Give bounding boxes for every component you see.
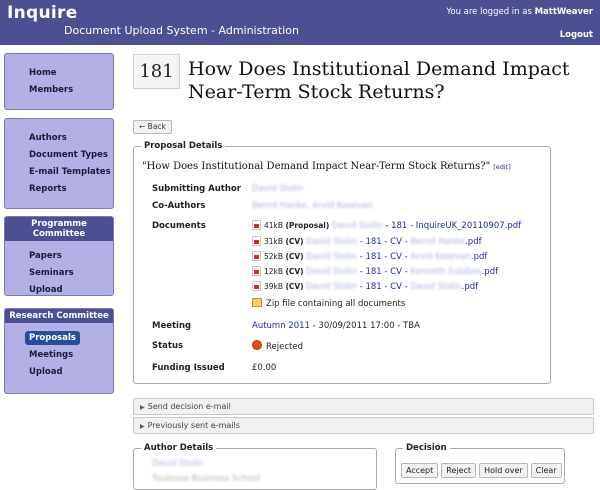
proposal-quoted-title: "How Does Institutional Demand Impact Ne… bbox=[142, 161, 511, 172]
author-details-legend: Author Details bbox=[141, 443, 217, 453]
status-label: Status bbox=[152, 341, 184, 351]
document-row[interactable]: 39kB (CV) David Stolin - 181 - CV - Davi… bbox=[252, 281, 478, 292]
document-row[interactable]: 52kB (CV) David Stolin - 181 - CV - Arvi… bbox=[252, 251, 487, 262]
status-rejected-icon bbox=[252, 340, 262, 350]
research-committee-title: Research Committee bbox=[5, 309, 113, 323]
documents-label: Documents bbox=[152, 221, 206, 231]
funding-value: £0.00 bbox=[252, 363, 277, 373]
sidebar-item-home[interactable]: Home bbox=[29, 65, 113, 82]
chevron-right-icon: ▶ bbox=[140, 404, 145, 411]
document-row[interactable]: 41kB (Proposal) David Stolin - 181 - Inq… bbox=[252, 220, 521, 231]
decision-panel: Decision Accept Reject Hold over Clear bbox=[395, 443, 565, 484]
quoted-title-text: "How Does Institutional Demand Impact Ne… bbox=[142, 161, 491, 172]
app-title: Inquire bbox=[7, 3, 78, 23]
meeting-value: Autumn 2011 - 30/09/2011 17:00 - TBA bbox=[252, 321, 420, 331]
sidebar-item-proposals[interactable]: Proposals bbox=[25, 331, 80, 345]
username: MattWeaver bbox=[534, 7, 593, 17]
funding-label: Funding Issued bbox=[152, 363, 225, 373]
zip-icon bbox=[252, 298, 262, 307]
sidebar-item-document-types[interactable]: Document Types bbox=[29, 147, 113, 164]
chevron-right-icon: ▶ bbox=[140, 423, 145, 430]
sidebar-item-papers[interactable]: Papers bbox=[29, 248, 113, 265]
send-decision-email-label: Send decision e-mail bbox=[147, 402, 231, 411]
pdf-icon bbox=[252, 251, 261, 261]
previous-emails-label: Previously sent e-mails bbox=[147, 421, 240, 430]
app-subtitle: Document Upload System - Administration bbox=[64, 24, 299, 37]
meeting-label: Meeting bbox=[152, 321, 192, 331]
author-name[interactable]: David Stolin bbox=[152, 459, 203, 469]
author-affiliation: Toulouse Business School bbox=[152, 474, 261, 484]
sidebar-item-authors[interactable]: Authors bbox=[29, 130, 113, 147]
sidebar-item-members[interactable]: Members bbox=[29, 82, 113, 99]
hold-over-button[interactable]: Hold over bbox=[479, 463, 528, 478]
document-row[interactable]: 31kB (CV) David Stolin - 181 - CV - Bern… bbox=[252, 236, 482, 247]
proposal-id-badge: 181 bbox=[133, 54, 180, 89]
sidebar-item-programme-upload[interactable]: Upload bbox=[29, 282, 113, 299]
proposal-details-legend: Proposal Details bbox=[141, 141, 226, 151]
header-bar: Inquire Document Upload System - Adminis… bbox=[0, 0, 600, 45]
coauthors-label: Co-Authors bbox=[152, 201, 206, 211]
pdf-icon bbox=[252, 281, 261, 291]
send-decision-email-toggle[interactable]: ▶ Send decision e-mail bbox=[133, 398, 594, 415]
sidebar-main-nav: Home Members bbox=[4, 53, 114, 110]
previous-emails-toggle[interactable]: ▶ Previously sent e-mails bbox=[133, 417, 594, 434]
sidebar-admin-nav: Authors Document Types E-mail Templates … bbox=[4, 118, 114, 209]
pdf-icon bbox=[252, 266, 261, 276]
sidebar-programme-committee: Programme Committee Papers Seminars Uplo… bbox=[4, 216, 114, 296]
zip-download-link[interactable]: Zip file containing all documents bbox=[266, 299, 405, 309]
author-details-panel: Author Details David Stolin Toulouse Bus… bbox=[133, 443, 377, 490]
login-prefix: You are logged in as bbox=[446, 7, 532, 17]
pdf-icon bbox=[252, 236, 261, 246]
submitting-author-label: Submitting Author bbox=[152, 184, 241, 194]
sidebar-item-email-templates[interactable]: E-mail Templates bbox=[29, 164, 113, 181]
document-row[interactable]: 12kB (CV) David Stolin - 181 - CV - Kenn… bbox=[252, 266, 498, 277]
status-value: Rejected bbox=[252, 340, 303, 352]
sidebar-research-committee: Research Committee Proposals Meetings Up… bbox=[4, 308, 114, 394]
page-title: How Does Institutional Demand Impact Nea… bbox=[188, 58, 570, 103]
status-text: Rejected bbox=[266, 342, 303, 352]
sidebar-item-seminars[interactable]: Seminars bbox=[29, 265, 113, 282]
clear-button[interactable]: Clear bbox=[530, 463, 562, 478]
logout-link[interactable]: Logout bbox=[560, 30, 593, 40]
reject-button[interactable]: Reject bbox=[441, 463, 477, 478]
coauthors-value[interactable]: Bernd Hanke, Arvid Koxevan bbox=[252, 201, 373, 211]
meeting-details: - 30/09/2011 17:00 - TBA bbox=[309, 321, 420, 331]
sidebar-item-research-upload[interactable]: Upload bbox=[29, 364, 113, 381]
zip-download-row[interactable]: Zip file containing all documents bbox=[252, 298, 405, 309]
sidebar-item-reports[interactable]: Reports bbox=[29, 181, 113, 198]
login-status: You are logged in as MattWeaver bbox=[446, 7, 593, 17]
pdf-icon bbox=[252, 220, 261, 230]
submitting-author-value[interactable]: David Stolin bbox=[252, 184, 303, 194]
meeting-link[interactable]: Autumn 2011 bbox=[252, 321, 310, 331]
sidebar-item-meetings[interactable]: Meetings bbox=[29, 347, 113, 364]
proposal-details-panel: Proposal Details "How Does Institutional… bbox=[133, 141, 551, 384]
decision-legend: Decision bbox=[403, 443, 450, 453]
edit-title-link[interactable]: [edit] bbox=[493, 163, 511, 171]
decision-buttons: Accept Reject Hold over Clear bbox=[401, 463, 565, 478]
accept-button[interactable]: Accept bbox=[401, 463, 439, 478]
back-button[interactable]: ← Back bbox=[133, 120, 172, 134]
programme-committee-title: Programme Committee bbox=[5, 217, 113, 241]
